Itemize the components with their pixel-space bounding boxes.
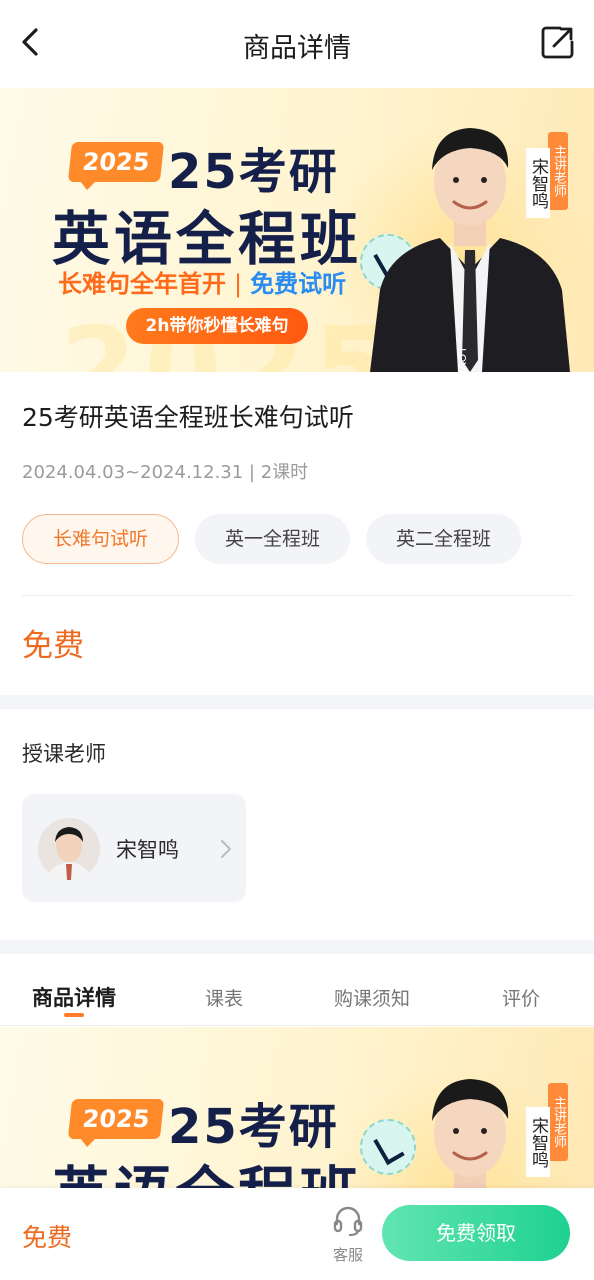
bottom-price: 免费 xyxy=(22,1223,73,1252)
banner-teacher-name: 宋智鸣 xyxy=(526,1107,550,1177)
course-meta: 2024.04.03~2024.12.31 | 2课时 xyxy=(22,462,309,483)
tab-product-detail[interactable]: 商品详情 xyxy=(32,982,116,1012)
teacher-name: 宋智鸣 xyxy=(116,838,179,862)
headset-icon xyxy=(333,1206,363,1237)
active-tab-indicator xyxy=(64,1013,84,1017)
section-gap xyxy=(0,940,594,954)
variant-chip-2[interactable]: 英一全程班 xyxy=(195,514,351,564)
page-title: 商品详情 xyxy=(243,33,351,64)
teacher-section-title: 授课老师 xyxy=(22,742,106,766)
top-nav-bar: 商品详情 xyxy=(0,0,594,88)
section-gap xyxy=(0,695,594,709)
banner-subtitle: 长难句全年首开 | 免费试听 xyxy=(58,264,346,299)
banner-subtitle-sep: | xyxy=(234,270,243,298)
course-price: 免费 xyxy=(22,628,84,664)
tab-reviews[interactable]: 评价 xyxy=(502,984,540,1011)
course-title: 25考研英语全程班长难句试听 xyxy=(22,403,354,432)
banner-teacher-name: 宋智鸣 xyxy=(526,148,550,218)
bottom-action-bar: 免费 客服 免费领取 xyxy=(0,1188,594,1280)
banner-teacher-tag: 主讲老师 xyxy=(548,1083,568,1161)
tab-purchase-notes[interactable]: 购课须知 xyxy=(334,984,410,1011)
banner-subtitle-left: 长难句全年首开 xyxy=(58,270,226,298)
tie-text: LOVE xyxy=(455,348,468,372)
claim-free-button[interactable]: 免费领取 xyxy=(382,1205,570,1261)
banner-subtitle-right: 免费试听 xyxy=(250,270,347,298)
customer-service-label: 客服 xyxy=(332,1246,363,1264)
variant-chip-1[interactable]: 长难句试听 xyxy=(22,514,180,564)
banner-teacher-tag: 主讲老师 xyxy=(548,132,568,210)
course-variant-selector: 长难句试听 英一全程班 英二全程班 xyxy=(22,514,522,564)
banner-year-badge: 2025 xyxy=(67,142,165,182)
divider xyxy=(22,595,572,596)
detail-tab-bar: 商品详情 课表 购课须知 评价 xyxy=(0,970,594,1026)
variant-chip-3[interactable]: 英二全程班 xyxy=(366,514,522,564)
share-icon[interactable] xyxy=(538,22,578,62)
customer-service-button[interactable]: 客服 xyxy=(328,1204,368,1265)
detail-banner: 2025 25考研 英语全程班 主讲老师 宋智鸣 xyxy=(0,1027,594,1197)
teacher-card[interactable]: 宋智鸣 xyxy=(22,794,246,902)
tab-schedule[interactable]: 课表 xyxy=(205,984,243,1011)
avatar xyxy=(38,818,100,880)
chevron-right-icon xyxy=(221,840,231,858)
banner-year-badge: 2025 xyxy=(67,1099,165,1139)
banner-pill: 2h带你秒懂长难句 xyxy=(126,308,308,344)
course-banner[interactable]: 2025 2025 25考研 英语全程班 长难句全年首开|免费试听 2h带你秒懂… xyxy=(0,88,594,372)
